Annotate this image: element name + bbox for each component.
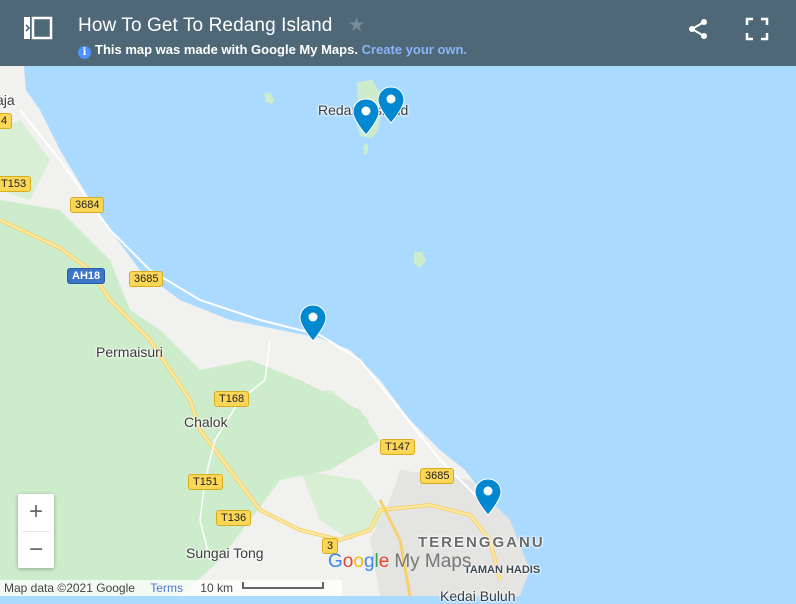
- logo-letter: G: [328, 551, 343, 572]
- map-marker[interactable]: [377, 86, 405, 124]
- road-shield: 4: [0, 113, 13, 129]
- map-data-text: Map data ©2021 Google: [4, 581, 135, 595]
- road-shield: T151: [188, 474, 224, 490]
- logo-letter: o: [342, 551, 354, 572]
- map-marker[interactable]: [299, 304, 327, 342]
- marker-dot: [361, 106, 371, 116]
- fullscreen-icon: [745, 17, 769, 41]
- map-marker[interactable]: [352, 98, 380, 136]
- made-with-text: This map was made with Google My Maps.: [95, 42, 358, 57]
- road-shield: 3685: [129, 271, 164, 287]
- road-shield: T147: [380, 439, 416, 455]
- road-shield: T136: [216, 510, 252, 526]
- place-label-kedai-buluh: Kedai Buluh: [440, 588, 516, 604]
- made-with-notice: i This map was made with Google My Maps. …: [78, 42, 467, 59]
- place-label-permaisuri: Permaisuri: [96, 344, 163, 360]
- place-label-partial: aja: [0, 92, 15, 108]
- star-icon[interactable]: ★: [348, 14, 365, 37]
- share-button[interactable]: [686, 17, 710, 41]
- road-shield: T168: [214, 391, 250, 407]
- zoom-out-button[interactable]: −: [18, 532, 54, 568]
- road-shield: T153: [0, 176, 32, 192]
- google-my-maps-logo: Google My Maps: [328, 551, 471, 573]
- panel-toggle-button[interactable]: [22, 14, 54, 42]
- scale-bar: [242, 582, 325, 590]
- share-icon: [689, 19, 707, 39]
- logo-product: My Maps: [394, 551, 472, 572]
- logo-letter: g: [363, 551, 375, 572]
- map-attribution: Map data ©2021 Google Terms 10 km: [0, 580, 342, 596]
- zoom-in-button[interactable]: +: [18, 494, 54, 530]
- logo-letter: o: [353, 551, 364, 572]
- road-shield: AH18: [67, 268, 106, 284]
- map-title: How To Get To Redang Island: [78, 15, 333, 36]
- terms-link[interactable]: Terms: [150, 581, 183, 595]
- create-your-own-link[interactable]: Create your own.: [362, 42, 467, 57]
- panel-toggle-icon: [24, 16, 53, 40]
- info-icon: i: [78, 46, 91, 59]
- place-label-chalok: Chalok: [184, 414, 228, 430]
- marker-dot: [483, 486, 493, 496]
- map-marker[interactable]: [474, 478, 502, 516]
- road-shield: 3685: [420, 468, 455, 484]
- zoom-control: + −: [18, 494, 54, 568]
- marker-dot: [308, 312, 318, 322]
- fullscreen-button[interactable]: [744, 16, 770, 42]
- place-label-sungai-tong: Sungai Tong: [186, 545, 264, 561]
- scale-label[interactable]: 10 km: [200, 581, 233, 595]
- road-shield: 3684: [70, 197, 105, 213]
- place-label-terengganu: TERENGGANU: [418, 534, 545, 551]
- map-header: How To Get To Redang Island ★ i This map …: [0, 0, 796, 66]
- marker-dot: [386, 94, 396, 104]
- logo-letter: e: [378, 551, 390, 572]
- place-label-taman-hadis: TAMAN HADIS: [464, 564, 541, 576]
